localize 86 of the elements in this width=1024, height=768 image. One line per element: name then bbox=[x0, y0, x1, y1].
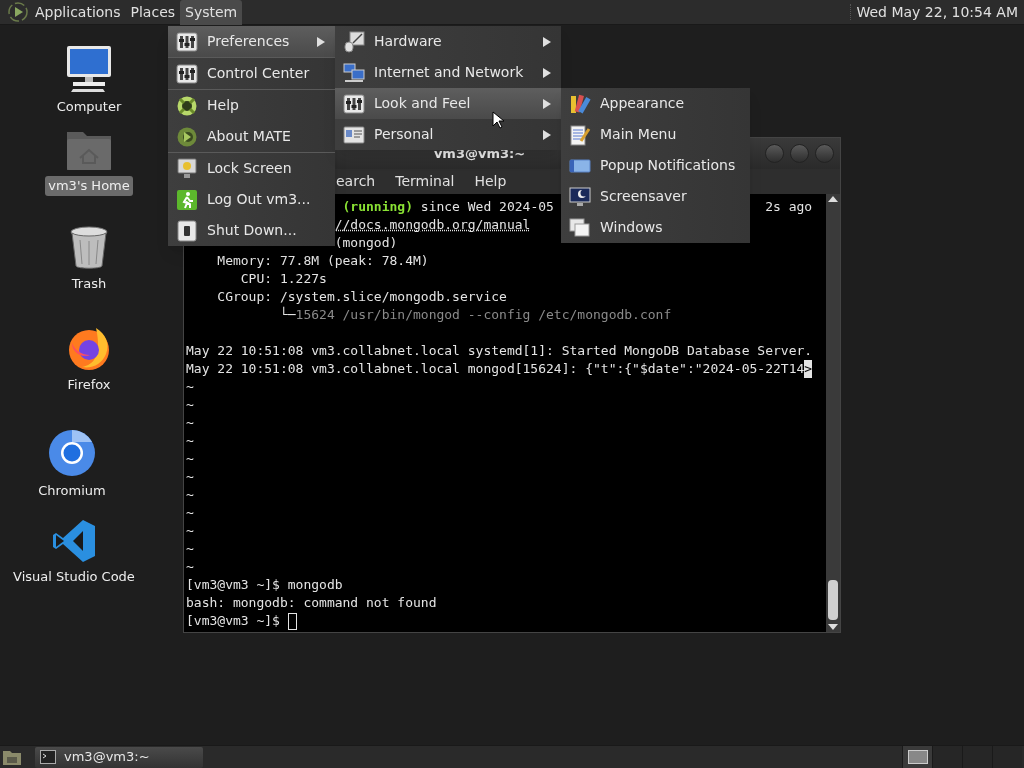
terminal-icon bbox=[40, 750, 56, 764]
menu-bar-item[interactable]: Help bbox=[474, 171, 507, 192]
switch-icon bbox=[176, 219, 198, 242]
window-control-button[interactable] bbox=[765, 144, 784, 163]
menu-item[interactable]: Appearance bbox=[561, 88, 750, 119]
menu-item[interactable]: Control Center bbox=[168, 58, 335, 89]
moon-monitor-icon bbox=[569, 185, 591, 208]
menu-item[interactable]: Look and Feel bbox=[335, 88, 561, 119]
terminal-text: //docs.mongodb.org/manual bbox=[334, 216, 531, 234]
window-control-button[interactable] bbox=[815, 144, 834, 163]
trash-icon bbox=[69, 226, 109, 270]
menu-logo-icon bbox=[8, 2, 28, 22]
panel-menu[interactable]: System bbox=[180, 0, 243, 25]
terminal-text: ~ bbox=[186, 558, 194, 576]
menu-item[interactable]: Shut Down... bbox=[168, 215, 335, 246]
terminal-text: (mongod) bbox=[334, 234, 398, 252]
panel-menu[interactable]: Places bbox=[125, 0, 181, 25]
terminal-text: CGroup: /system.slice/mongodb.service bbox=[216, 288, 507, 306]
terminal-text: ~ bbox=[186, 486, 194, 504]
menu-item[interactable]: Screensaver bbox=[561, 181, 750, 212]
menu-bar-item[interactable]: earch bbox=[336, 171, 376, 192]
menu-item[interactable]: Log Out vm3... bbox=[168, 184, 335, 215]
mouse-pointer-icon bbox=[492, 111, 504, 129]
scroll-up-icon[interactable] bbox=[828, 196, 838, 202]
scroll-down-icon[interactable] bbox=[828, 624, 838, 630]
mouse-pen-icon bbox=[343, 30, 365, 53]
terminal-text: ~ bbox=[186, 432, 194, 450]
desktop-icon-label[interactable]: Firefox bbox=[64, 375, 114, 395]
taskbar-button[interactable]: vm3@vm3:~ bbox=[35, 746, 203, 768]
terminal-text: ~ bbox=[186, 396, 194, 414]
terminal-text: ~ bbox=[186, 414, 194, 432]
menu-item[interactable]: Hardware bbox=[335, 26, 561, 57]
terminal-text: ~ bbox=[186, 450, 194, 468]
menu-item[interactable]: Lock Screen bbox=[168, 153, 335, 184]
desktop-icon-label[interactable]: Visual Studio Code bbox=[10, 567, 138, 587]
show-desktop-icon[interactable] bbox=[2, 748, 22, 766]
terminal-text: 2s ago bbox=[765, 198, 813, 216]
terminal-text: > bbox=[804, 360, 813, 378]
menu-item[interactable]: Windows bbox=[561, 212, 750, 243]
color-swatches-icon bbox=[569, 92, 591, 115]
terminal-text: bash: mongodb: command not found bbox=[186, 594, 437, 612]
terminal-text: 15624 /usr/bin/mongod --config /etc/mongodb.conf bbox=[295, 307, 672, 324]
clock[interactable]: Wed May 22, 10:54 AM bbox=[856, 1, 1024, 23]
menu-item[interactable]: Preferences bbox=[168, 26, 335, 57]
workspace-switcher[interactable] bbox=[902, 745, 1022, 768]
terminal-text: ~ bbox=[186, 378, 194, 396]
terminal-text: CPU: 1.227s bbox=[239, 270, 327, 288]
menu-item[interactable]: Help bbox=[168, 90, 335, 121]
network-computers-icon bbox=[343, 61, 365, 84]
slider-panel-icon bbox=[176, 62, 198, 85]
terminal-text: ~ bbox=[186, 504, 194, 522]
terminal-text: ~ bbox=[186, 468, 194, 486]
terminal-text: ~ bbox=[186, 522, 194, 540]
terminal-text: └─ bbox=[278, 306, 296, 324]
menu-item[interactable]: About MATE bbox=[168, 121, 335, 152]
terminal-text: [vm3@vm3 ~]$ bbox=[186, 612, 281, 630]
menu-item[interactable]: Popup Notifications bbox=[561, 150, 750, 181]
menu-item[interactable]: Main Menu bbox=[561, 119, 750, 150]
terminal-text: [vm3@vm3 ~]$ mongodb bbox=[186, 576, 343, 594]
flame-globe-icon bbox=[66, 325, 112, 371]
slider-panel-icon bbox=[343, 92, 365, 115]
stacked-windows-icon bbox=[569, 216, 591, 239]
window-control-button[interactable] bbox=[790, 144, 809, 163]
id-card-icon bbox=[343, 123, 365, 146]
terminal-text: since Wed 2024-05 bbox=[419, 198, 554, 216]
slider-panel-icon bbox=[176, 30, 198, 53]
terminal-text: May 22 10:51:08 vm3.collabnet.local systemd[1]: Started MongoDB Database Server. bbox=[186, 342, 813, 360]
panel-menu[interactable]: Applications bbox=[30, 0, 126, 25]
terminal-text: ~ bbox=[186, 540, 194, 558]
notepad-pencil-icon bbox=[569, 123, 591, 146]
lock-monitor-icon bbox=[176, 157, 198, 180]
desktop-icon-label[interactable]: vm3's Home bbox=[45, 176, 133, 196]
menu-bar-item[interactable]: Terminal bbox=[395, 171, 455, 192]
scrollbar[interactable] bbox=[826, 194, 840, 632]
exit-sign-icon bbox=[176, 188, 198, 211]
desktop-icon-label[interactable]: Computer bbox=[53, 97, 125, 117]
desktop-icon-label[interactable]: Trash bbox=[68, 274, 110, 294]
desktop-icon-label[interactable]: Chromium bbox=[35, 481, 109, 501]
ribbon-logo-icon bbox=[52, 519, 96, 563]
scroll-thumb[interactable] bbox=[828, 580, 838, 620]
ring-globe-icon bbox=[48, 429, 96, 477]
round-logo-icon bbox=[176, 125, 198, 148]
terminal-text: Memory: 77.8M (peak: 78.4M) bbox=[216, 252, 429, 270]
lifebuoy-icon bbox=[176, 94, 198, 117]
menu-item[interactable]: Internet and Network bbox=[335, 57, 561, 88]
terminal-text: (running) bbox=[342, 198, 413, 216]
